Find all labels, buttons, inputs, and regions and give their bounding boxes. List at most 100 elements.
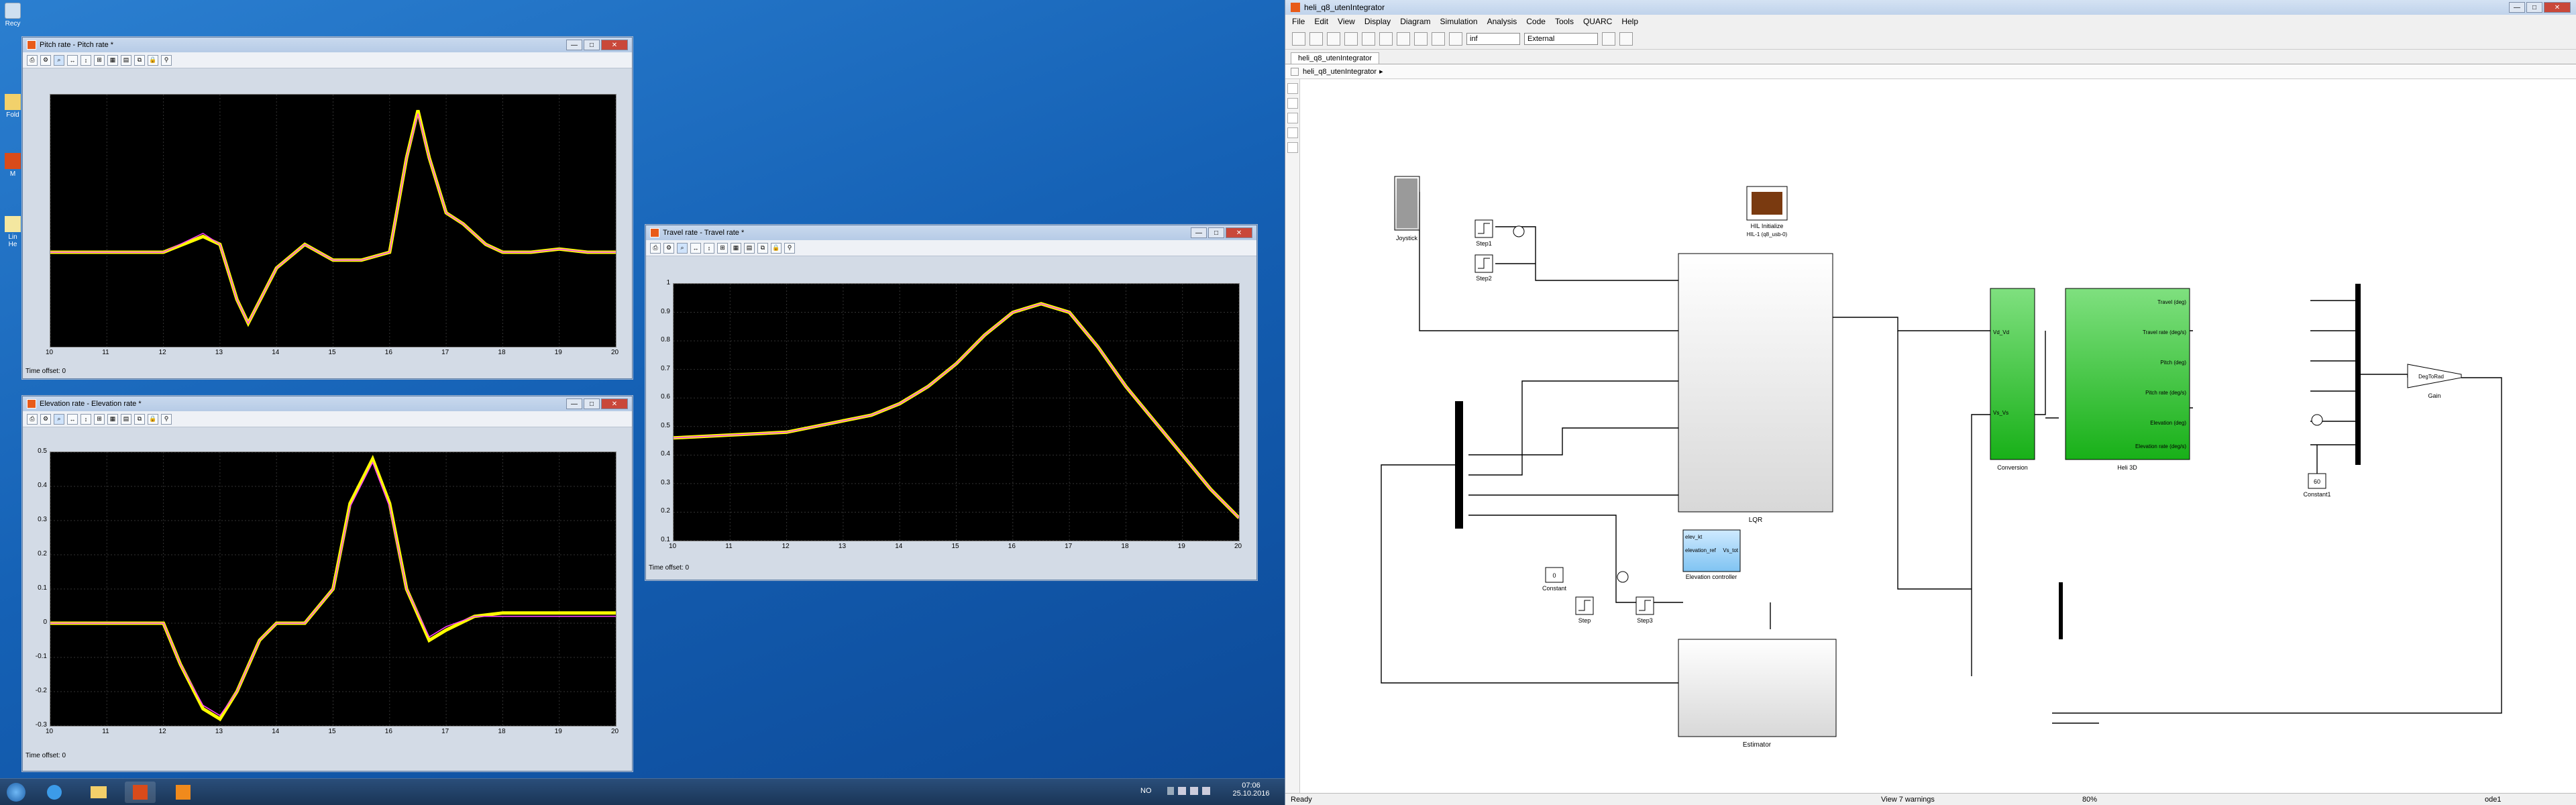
taskbar-ie[interactable] — [39, 782, 70, 803]
taskbar-explorer[interactable] — [83, 782, 114, 803]
menu-tools[interactable]: Tools — [1555, 17, 1574, 26]
scope-window-elevation[interactable]: Elevation rate - Elevation rate * — □ ✕ … — [22, 396, 633, 771]
back-icon[interactable] — [1327, 32, 1340, 46]
zoom-x-icon[interactable]: ↔ — [67, 54, 78, 66]
print-icon[interactable]: ⎙ — [650, 242, 661, 254]
menu-code[interactable]: Code — [1526, 17, 1546, 26]
float-icon[interactable]: ⧉ — [757, 242, 768, 254]
block-mux-left[interactable] — [1455, 401, 1463, 529]
block-step2[interactable]: Step2 — [1474, 254, 1493, 282]
restore-axes-icon[interactable]: ▤ — [121, 54, 131, 66]
desktop-icon-matlab[interactable]: M — [4, 153, 21, 178]
signal-select-icon[interactable]: ⚲ — [784, 242, 795, 254]
close-button[interactable]: ✕ — [1226, 227, 1252, 238]
desktop-icon-folder[interactable]: Fold — [4, 94, 21, 119]
menu-simulation[interactable]: Simulation — [1440, 17, 1478, 26]
scope-plot[interactable] — [673, 283, 1240, 541]
maximize-button[interactable]: □ — [1208, 227, 1224, 238]
lock-icon[interactable]: 🔒 — [148, 54, 158, 66]
lock-icon[interactable]: 🔒 — [771, 242, 782, 254]
zoom-y-icon[interactable]: ↕ — [704, 242, 714, 254]
desktop-icon-recycle[interactable]: Recy — [4, 3, 21, 28]
block-constant[interactable]: 0 Constant — [1542, 567, 1567, 592]
sum-block-right[interactable] — [2311, 414, 2323, 426]
clock[interactable]: 07:06 25.10.2016 — [1231, 782, 1271, 798]
run-icon[interactable] — [1432, 32, 1445, 46]
volume-icon[interactable] — [1190, 787, 1198, 795]
model-breadcrumb[interactable]: heli_q8_utenIntegrator — [1303, 68, 1377, 76]
taskbar-app[interactable] — [168, 782, 199, 803]
check-icon[interactable] — [1602, 32, 1615, 46]
language-indicator[interactable]: NO — [1140, 787, 1152, 795]
close-button[interactable]: ✕ — [601, 398, 628, 409]
zoom-y-icon[interactable]: ↕ — [80, 54, 91, 66]
menu-file[interactable]: File — [1292, 17, 1305, 26]
parameters-icon[interactable]: ⚙ — [40, 413, 51, 425]
block-mux-mid[interactable] — [2059, 582, 2063, 639]
forward-icon[interactable] — [1344, 32, 1358, 46]
minimize-button[interactable]: — — [566, 40, 582, 50]
restore-axes-icon[interactable]: ▤ — [744, 242, 755, 254]
minimize-button[interactable]: — — [1191, 227, 1207, 238]
close-button[interactable]: ✕ — [601, 40, 628, 50]
scope-plot[interactable] — [50, 451, 616, 727]
stop-time-field[interactable]: inf — [1466, 32, 1520, 45]
stop-icon[interactable] — [1449, 32, 1462, 46]
signal-select-icon[interactable]: ⚲ — [161, 54, 172, 66]
minimize-button[interactable]: — — [566, 398, 582, 409]
lock-icon[interactable]: 🔒 — [148, 413, 158, 425]
menu-display[interactable]: Display — [1364, 17, 1391, 26]
menu-quarc[interactable]: QUARC — [1583, 17, 1612, 26]
maximize-button[interactable]: □ — [2526, 2, 2542, 13]
save-axes-icon[interactable]: ▦ — [731, 242, 741, 254]
arrow-icon[interactable] — [1287, 113, 1298, 123]
block-gain[interactable]: DegToRad Gain — [2407, 364, 2462, 399]
close-button[interactable]: ✕ — [2544, 2, 2571, 13]
print-icon[interactable]: ⎙ — [27, 54, 38, 66]
grid-icon[interactable] — [1619, 32, 1633, 46]
float-icon[interactable]: ⧉ — [134, 54, 145, 66]
block-step1[interactable]: Step1 — [1474, 219, 1493, 247]
print-icon[interactable]: ⎙ — [27, 413, 38, 425]
flag-icon[interactable] — [1202, 787, 1210, 795]
block-step3[interactable]: Step3 — [1635, 596, 1654, 624]
desktop-icon-doc[interactable]: Lin He — [4, 216, 21, 248]
connect-icon[interactable] — [1414, 32, 1428, 46]
zoom-icon[interactable]: ⌕ — [677, 242, 688, 254]
save-icon[interactable] — [1309, 32, 1323, 46]
taskbar-matlab[interactable] — [125, 782, 156, 803]
signal-select-icon[interactable]: ⚲ — [161, 413, 172, 425]
block-elevation-controller[interactable]: elev_kt elevation_ref Vs_tot Elevation c… — [1682, 529, 1741, 580]
minimize-button[interactable]: — — [2509, 2, 2525, 13]
zoom-y-icon[interactable]: ↕ — [80, 413, 91, 425]
block-joystick[interactable]: Joystick — [1394, 176, 1420, 241]
scope-window-travel[interactable]: Travel rate - Travel rate * — □ ✕ ⎙ ⚙ ⌕ … — [645, 225, 1257, 580]
scope-window-pitch[interactable]: Pitch rate - Pitch rate * — □ ✕ ⎙ ⚙ ⌕ ↔ … — [22, 37, 633, 379]
float-icon[interactable]: ⧉ — [134, 413, 145, 425]
simulink-window[interactable]: heli_q8_utenIntegrator — □ ✕ File Edit Vie… — [1285, 0, 2576, 805]
fit-view-icon[interactable] — [1287, 98, 1298, 109]
autoscale-icon[interactable]: ⊞ — [717, 242, 728, 254]
block-step[interactable]: Step — [1575, 596, 1594, 624]
scope-titlebar[interactable]: Elevation rate - Elevation rate * — □ ✕ — [23, 396, 632, 411]
restore-axes-icon[interactable]: ▤ — [121, 413, 131, 425]
maximize-button[interactable]: □ — [584, 398, 600, 409]
new-model-icon[interactable] — [1292, 32, 1305, 46]
menu-analysis[interactable]: Analysis — [1487, 17, 1517, 26]
config-icon[interactable] — [1397, 32, 1410, 46]
save-axes-icon[interactable]: ▦ — [107, 413, 118, 425]
start-button[interactable] — [3, 782, 30, 803]
sum-block-elevation[interactable] — [1617, 571, 1629, 583]
zoom-icon[interactable]: ⌕ — [54, 54, 64, 66]
block-lqr[interactable]: LQR — [1678, 253, 1833, 524]
autoscale-icon[interactable]: ⊞ — [94, 413, 105, 425]
block-estimator[interactable]: Estimator — [1678, 639, 1837, 749]
menu-edit[interactable]: Edit — [1314, 17, 1328, 26]
zoom-in-icon[interactable] — [1287, 83, 1298, 94]
menu-view[interactable]: View — [1338, 17, 1355, 26]
parameters-icon[interactable]: ⚙ — [40, 54, 51, 66]
menu-help[interactable]: Help — [1621, 17, 1638, 26]
block-heli-3d[interactable]: Travel (deg) Travel rate (deg/s) Pitch (… — [2065, 288, 2190, 471]
block-conversion[interactable]: Vd_Vd Vs_Vs Conversion — [1990, 288, 2035, 471]
library-icon[interactable] — [1379, 32, 1393, 46]
